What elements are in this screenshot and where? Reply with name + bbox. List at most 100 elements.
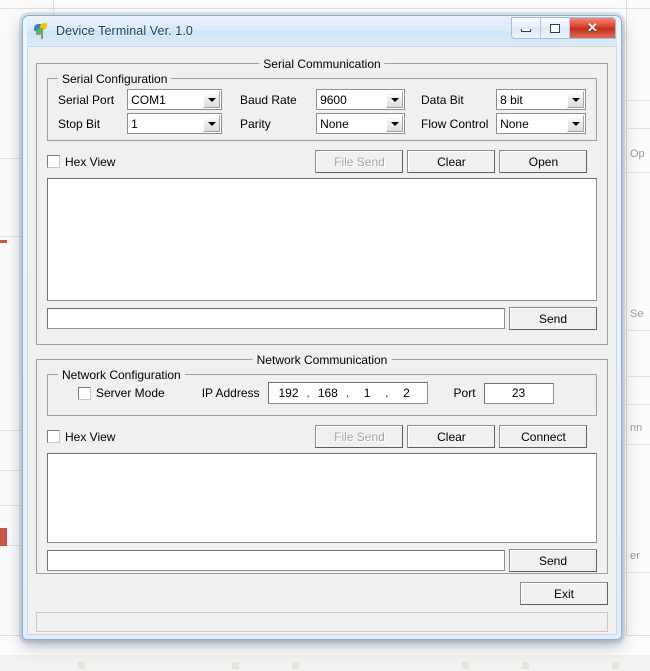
ip-address-field[interactable]: 192 . 168 . 1 . 2: [267, 382, 428, 404]
serial-file-send-button[interactable]: File Send: [315, 150, 404, 173]
port-label: Port: [453, 386, 476, 400]
network-connect-button[interactable]: Connect: [499, 425, 588, 448]
serial-communication-title: Serial Communication: [259, 57, 385, 71]
background-divider: [628, 128, 650, 129]
checkbox-box: [47, 155, 60, 168]
background-taskbar-item: [522, 662, 529, 669]
stop-bit-combo[interactable]: 1: [127, 113, 223, 134]
ip-octet-2[interactable]: 168: [317, 386, 339, 400]
ip-separator: .: [345, 386, 350, 400]
port-field[interactable]: 23: [483, 382, 554, 404]
flow-control-combo[interactable]: None: [496, 113, 587, 134]
chevron-down-icon[interactable]: [386, 91, 404, 108]
chevron-down-icon[interactable]: [567, 115, 585, 132]
checkbox-box: [78, 386, 91, 400]
maximize-icon: [550, 23, 560, 33]
network-clear-button[interactable]: Clear: [407, 425, 496, 448]
chevron-down-icon[interactable]: [386, 115, 404, 132]
background-text-fragment: nn: [630, 422, 643, 434]
serial-send-button[interactable]: Send: [509, 307, 597, 330]
background-taskbar-item: [232, 662, 239, 669]
background-taskbar-item: [462, 662, 469, 669]
serial-clear-button[interactable]: Clear: [407, 150, 496, 173]
window-title: Device Terminal Ver. 1.0: [56, 24, 193, 38]
serial-input-field[interactable]: [47, 308, 505, 329]
minimize-icon: [521, 28, 531, 32]
device-terminal-window: Device Terminal Ver. 1.0 ✕ Serial Commun…: [22, 15, 622, 640]
background-divider: [0, 8, 650, 9]
chevron-down-icon[interactable]: [203, 91, 221, 108]
serial-port-value: COM1: [131, 92, 166, 107]
title-bar[interactable]: Device Terminal Ver. 1.0 ✕: [27, 16, 617, 46]
maximize-button[interactable]: [541, 18, 570, 38]
stop-bit-value: 1: [131, 116, 138, 131]
ip-octet-3[interactable]: 1: [356, 386, 378, 400]
parity-value: None: [320, 116, 349, 131]
data-bit-value: 8 bit: [500, 92, 523, 107]
ip-separator: .: [385, 386, 389, 400]
background-accent-bar: [0, 240, 7, 243]
network-hex-view-checkbox[interactable]: Hex View: [47, 430, 115, 444]
ip-separator: .: [306, 386, 310, 400]
minimize-button[interactable]: [512, 18, 541, 38]
parity-label: Parity: [240, 116, 271, 131]
server-mode-checkbox[interactable]: Server Mode: [78, 386, 165, 400]
serial-configuration-title: Serial Configuration: [58, 72, 172, 86]
serial-hex-view-label: Hex View: [65, 154, 116, 169]
serial-open-button[interactable]: Open: [499, 150, 588, 173]
data-bit-combo[interactable]: 8 bit: [496, 89, 587, 110]
serial-hex-view-checkbox[interactable]: Hex View: [47, 155, 115, 169]
network-communication-title: Network Communication: [252, 353, 392, 367]
background-taskbar: [0, 655, 650, 671]
background-text-fragment: er: [630, 550, 640, 562]
network-input-field[interactable]: [47, 550, 505, 571]
background-divider: [628, 444, 650, 445]
window-controls: ✕: [511, 17, 616, 39]
background-divider: [628, 100, 650, 101]
background-divider: [628, 376, 650, 377]
network-communication-group: Network Communication Network Configurat…: [36, 353, 608, 574]
app-leaf-icon: [34, 23, 50, 39]
background-divider: [628, 172, 650, 173]
status-bar: [36, 612, 608, 632]
parity-combo[interactable]: None: [316, 113, 406, 134]
network-configuration-group: Network Configuration Server Mode IP Add…: [47, 368, 597, 416]
close-icon: ✕: [587, 20, 598, 35]
network-file-send-button[interactable]: File Send: [315, 425, 404, 448]
serial-communication-group: Serial Communication Serial Configuratio…: [36, 57, 608, 345]
data-bit-label: Data Bit: [421, 92, 464, 107]
exit-button[interactable]: Exit: [520, 582, 608, 605]
serial-configuration-group: Serial Configuration Serial Port COM1 Ba…: [47, 72, 597, 141]
checkbox-box: [47, 430, 60, 443]
network-log-area[interactable]: [47, 453, 597, 543]
network-send-button[interactable]: Send: [509, 549, 597, 572]
server-mode-label: Server Mode: [96, 386, 165, 400]
stop-bit-label: Stop Bit: [58, 116, 101, 131]
baud-rate-value: 9600: [320, 92, 347, 107]
background-taskbar-item: [78, 662, 85, 669]
baud-rate-combo[interactable]: 9600: [316, 89, 406, 110]
background-taskbar-item: [292, 662, 299, 669]
serial-port-combo[interactable]: COM1: [127, 89, 223, 110]
background-accent-bar: [0, 528, 7, 546]
network-configuration-title: Network Configuration: [58, 368, 185, 382]
background-divider: [628, 330, 650, 331]
background-divider: [628, 404, 650, 405]
serial-log-area[interactable]: [47, 178, 597, 301]
close-button[interactable]: ✕: [570, 18, 615, 38]
flow-control-value: None: [500, 116, 529, 131]
baud-rate-label: Baud Rate: [240, 92, 297, 107]
background-text-fragment: Se: [630, 308, 644, 320]
background-text-fragment: Op: [630, 148, 645, 160]
ip-octet-4[interactable]: 2: [395, 386, 417, 400]
ip-address-label: IP Address: [201, 386, 260, 400]
chevron-down-icon[interactable]: [203, 115, 221, 132]
dialog-client-area: Serial Communication Serial Configuratio…: [27, 46, 617, 635]
serial-port-label: Serial Port: [58, 92, 115, 107]
flow-control-label: Flow Control: [421, 116, 489, 131]
ip-octet-1[interactable]: 192: [278, 386, 300, 400]
chevron-down-icon[interactable]: [567, 91, 585, 108]
network-hex-view-label: Hex View: [65, 429, 116, 444]
background-divider: [628, 572, 650, 573]
background-taskbar-item: [612, 662, 619, 669]
